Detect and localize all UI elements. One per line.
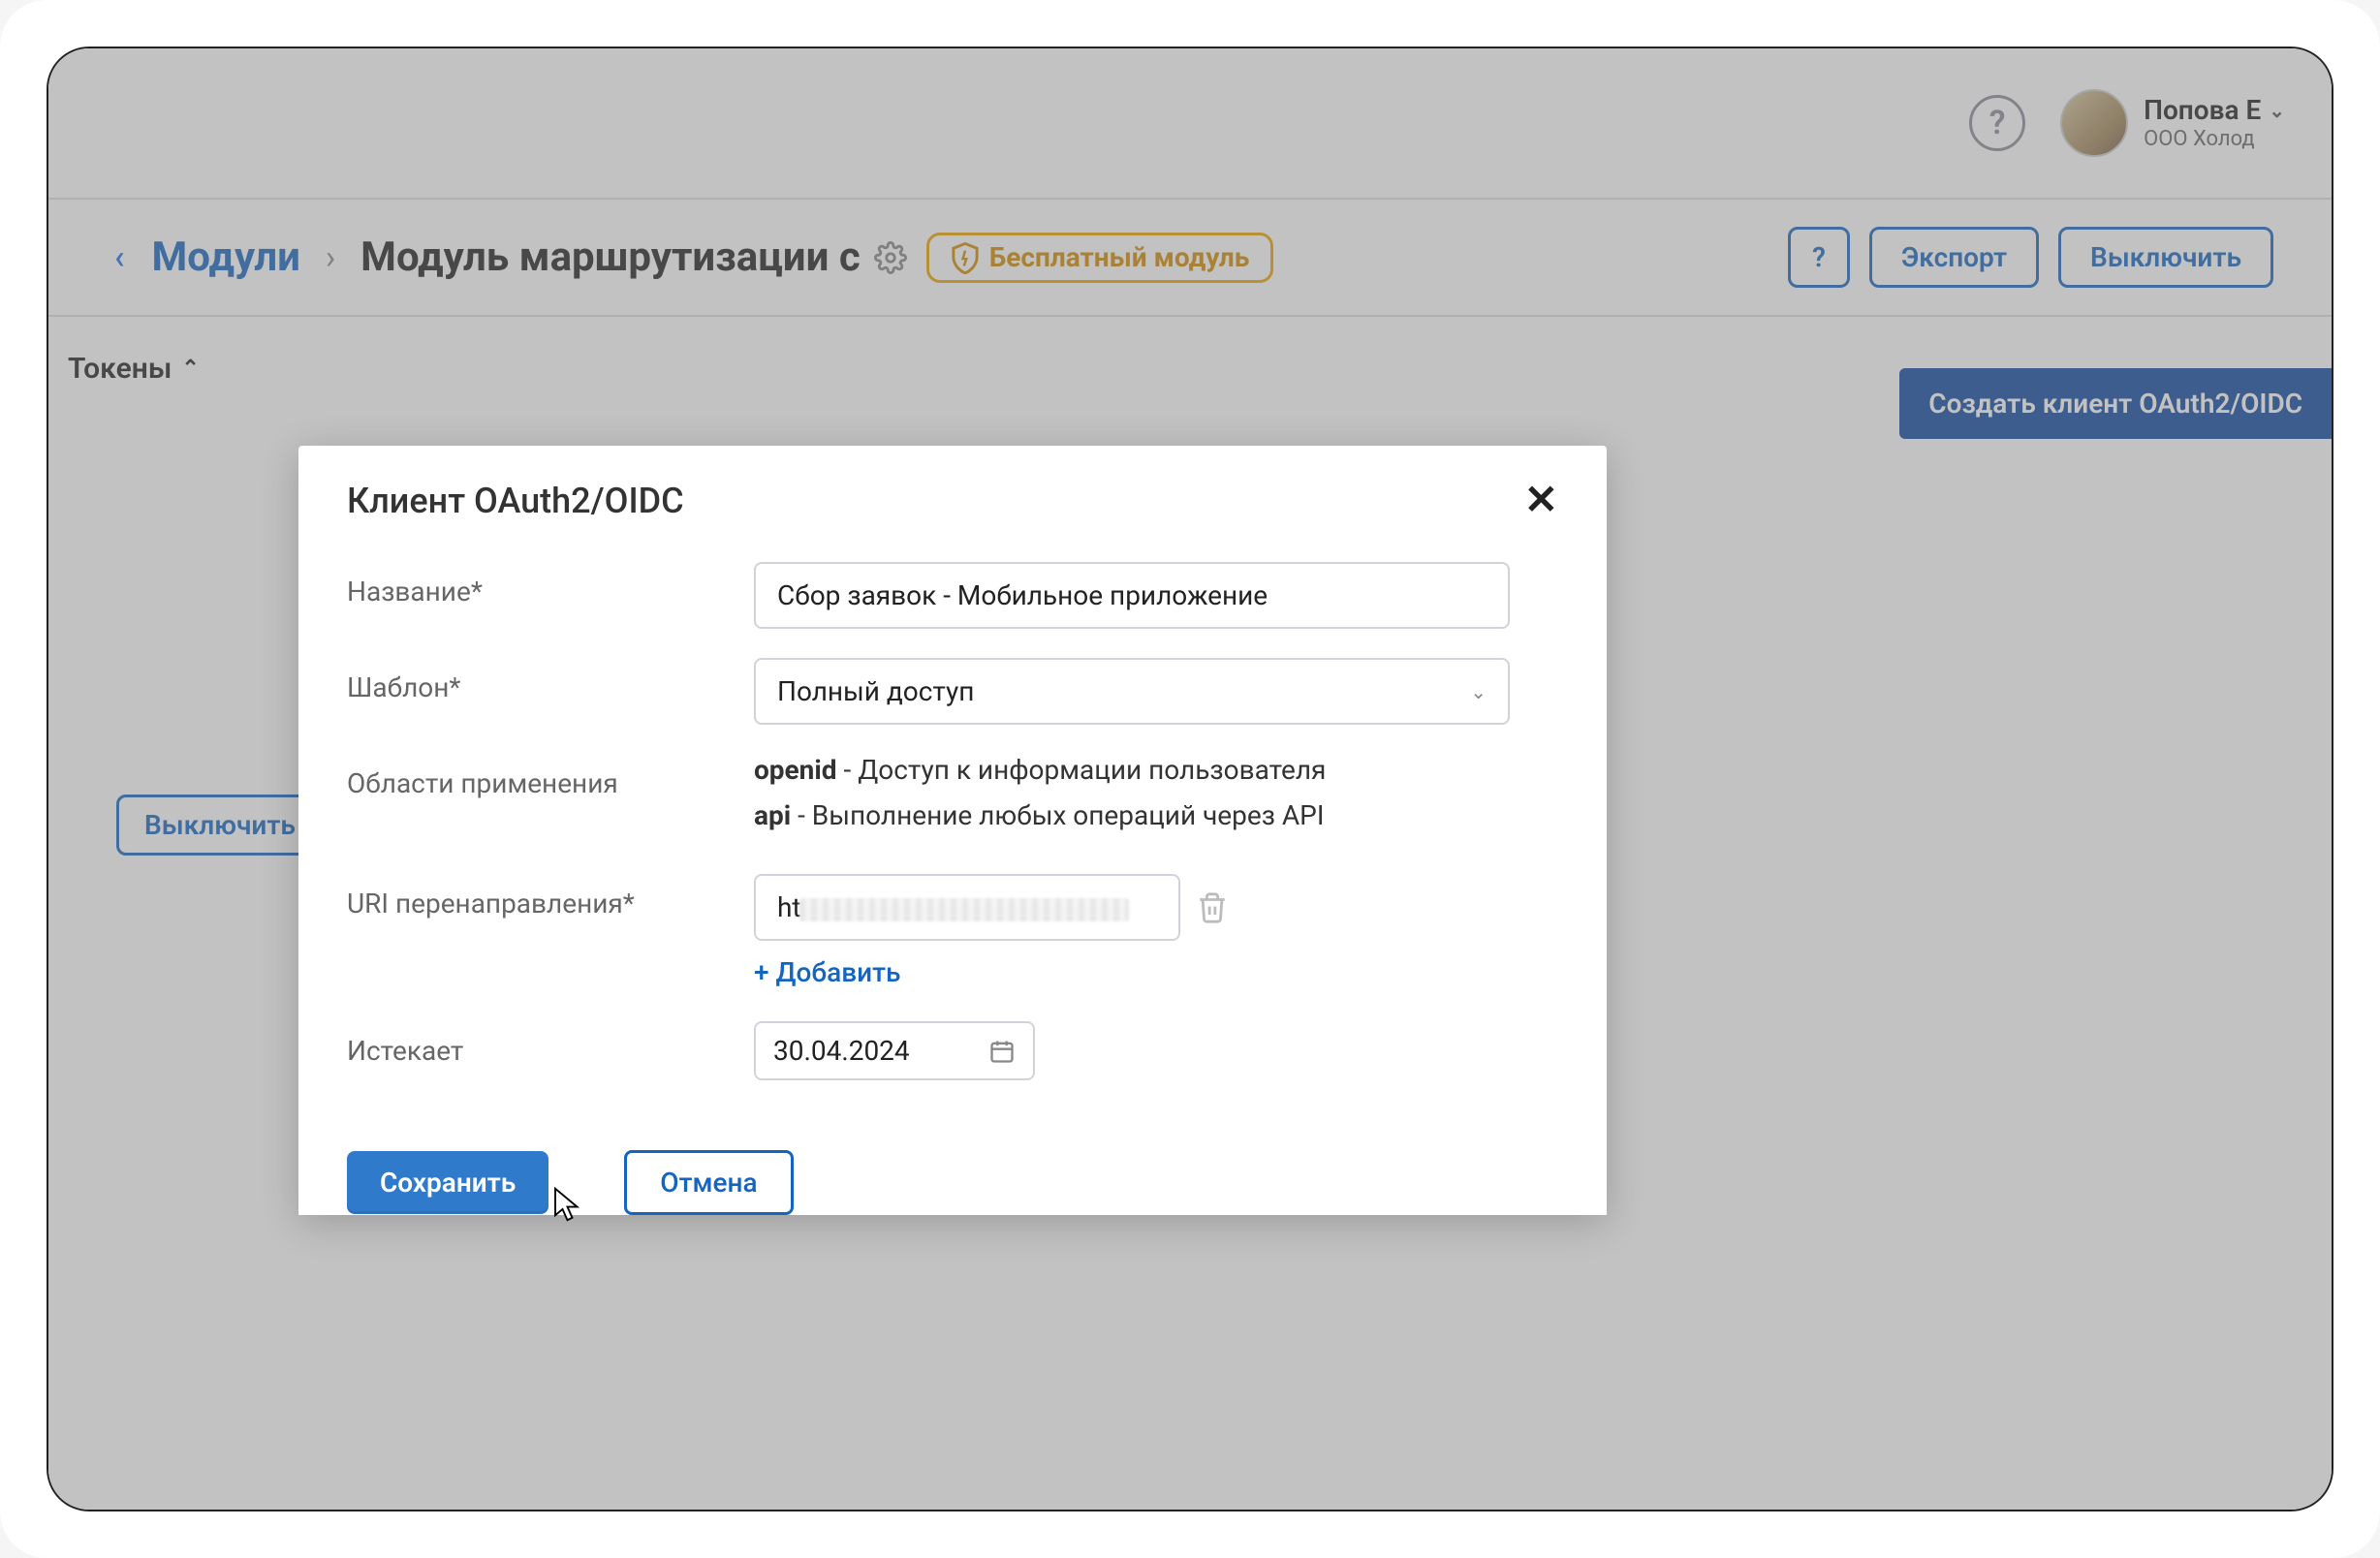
label-scopes: Области применения (347, 754, 754, 799)
cursor-icon (550, 1186, 579, 1223)
save-button[interactable]: Сохранить (347, 1151, 548, 1214)
template-select[interactable]: Полный доступ ⌄ (754, 658, 1510, 725)
label-name: Название* (347, 562, 754, 608)
modal-title: Клиент OAuth2/OIDC (347, 481, 684, 521)
scope-api: api - Выполнение любых операций через AP… (754, 799, 1558, 831)
chevron-down-icon: ⌄ (1470, 680, 1487, 703)
redirect-uri-input[interactable]: ht (754, 874, 1180, 941)
trash-icon[interactable] (1196, 889, 1229, 926)
label-redirect-uri: URI перенаправления* (347, 874, 754, 919)
app-background: ? Попова Е ⌄ ООО Холод ‹ Модули (48, 48, 2332, 1510)
redirect-uri-prefix: ht (777, 891, 801, 923)
template-value: Полный доступ (777, 675, 974, 707)
redacted-uri (799, 898, 1129, 921)
close-icon[interactable]: ✕ (1524, 481, 1558, 521)
oauth-client-modal: Клиент OAuth2/OIDC ✕ Название* Шаблон* П… (298, 446, 1607, 1215)
scope-openid: openid - Доступ к информации пользовател… (754, 754, 1558, 786)
add-uri-link[interactable]: + Добавить (754, 956, 900, 988)
expires-value: 30.04.2024 (773, 1035, 910, 1067)
calendar-icon (988, 1038, 1016, 1065)
label-expires: Истекает (347, 1021, 754, 1067)
name-input[interactable] (754, 562, 1510, 629)
expires-date-input[interactable]: 30.04.2024 (754, 1021, 1035, 1080)
cancel-button[interactable]: Отмена (624, 1150, 793, 1215)
label-template: Шаблон* (347, 658, 754, 703)
